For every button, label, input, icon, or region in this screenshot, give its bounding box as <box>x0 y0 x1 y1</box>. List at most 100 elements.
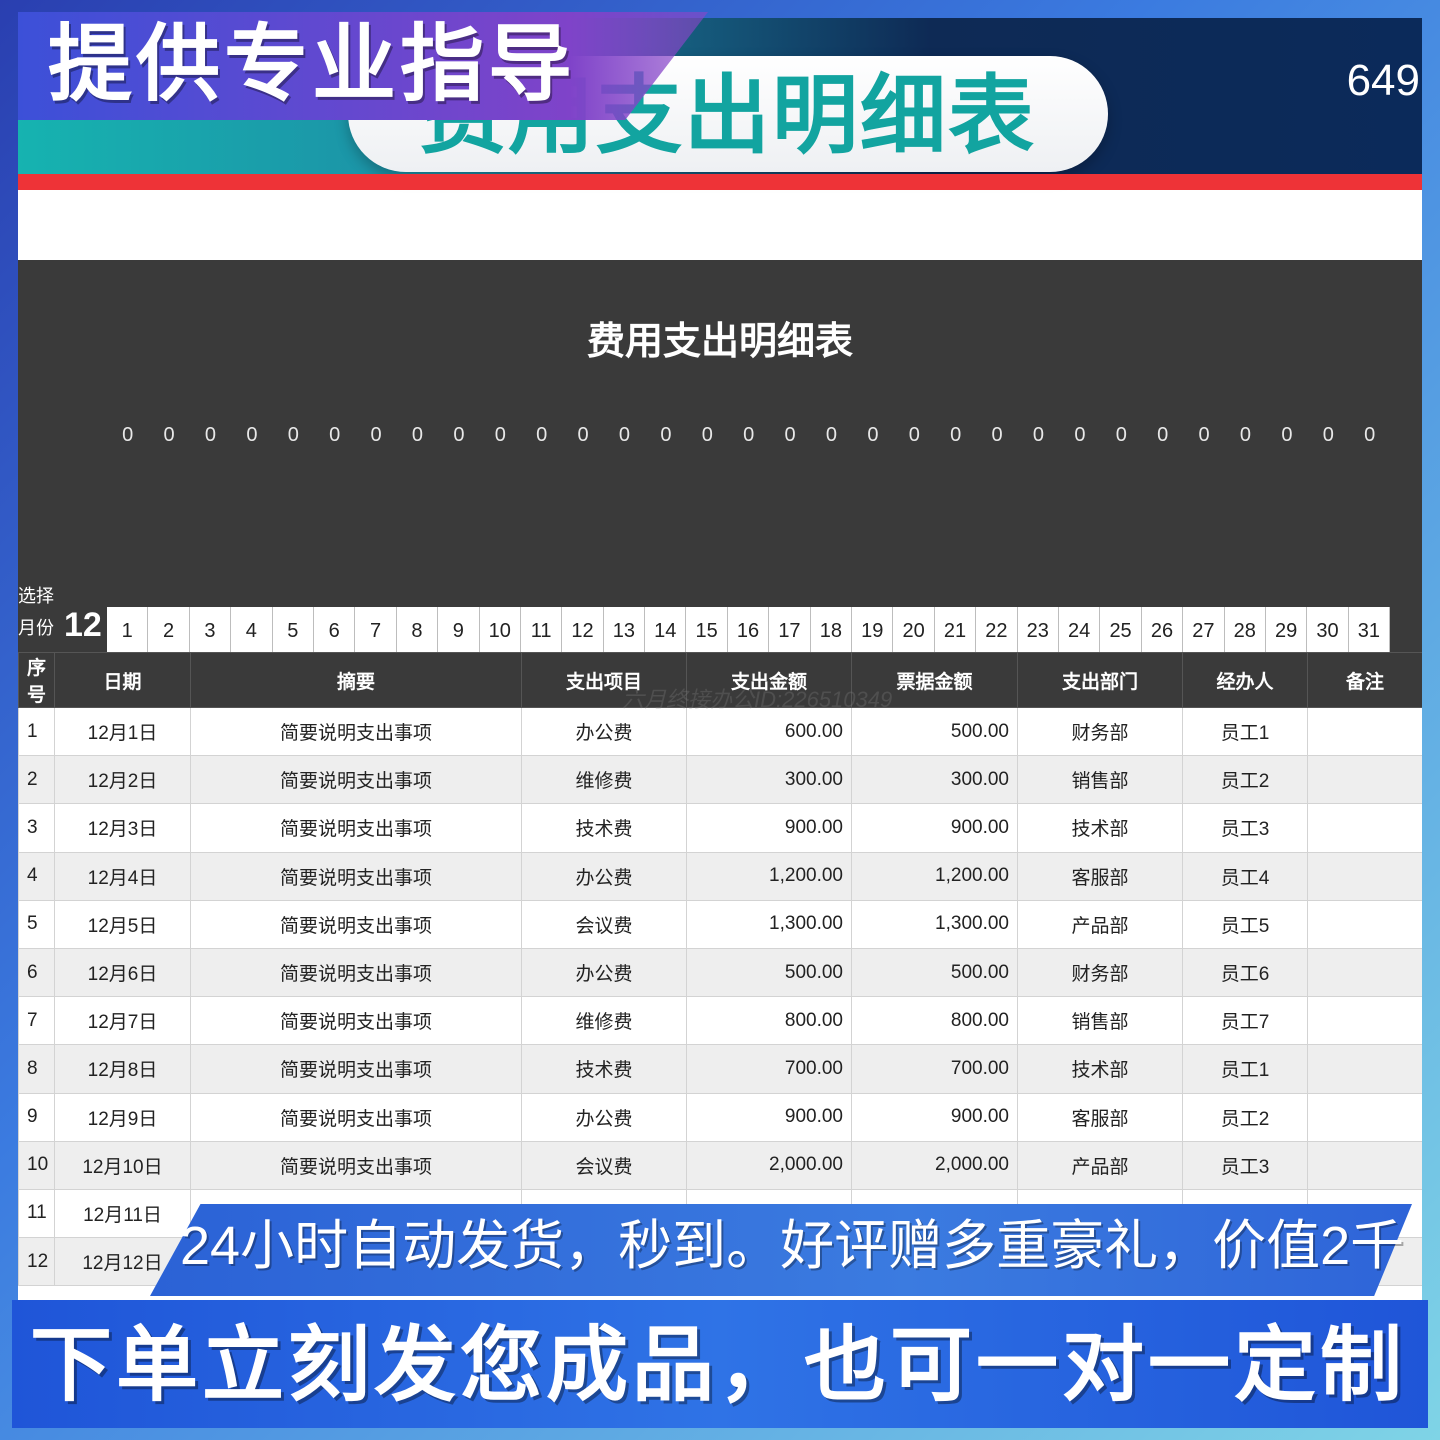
table-cell[interactable] <box>1307 1044 1422 1094</box>
table-cell[interactable]: 900.00 <box>851 1092 1018 1142</box>
table-cell[interactable]: 办公费 <box>521 947 687 998</box>
table-cell[interactable] <box>1307 803 1422 853</box>
table-cell[interactable] <box>1307 996 1422 1046</box>
day-cell[interactable]: 23 <box>1018 607 1059 655</box>
table-cell[interactable]: 900.00 <box>851 803 1018 853</box>
month-selector[interactable]: 12 <box>64 606 102 645</box>
table-cell[interactable]: 会议费 <box>521 899 687 949</box>
day-cell[interactable]: 26 <box>1142 607 1184 655</box>
table-cell[interactable]: 7 <box>18 996 55 1046</box>
table-cell[interactable]: 办公费 <box>521 851 687 901</box>
table-cell[interactable]: 简要说明支出事项 <box>190 706 522 757</box>
table-cell[interactable]: 12月7日 <box>54 996 191 1046</box>
table-cell[interactable]: 1 <box>18 706 55 757</box>
table-cell[interactable]: 600.00 <box>686 706 852 757</box>
table-cell[interactable]: 700.00 <box>686 1044 852 1094</box>
table-cell[interactable]: 12月9日 <box>54 1092 191 1142</box>
table-cell[interactable]: 2,000.00 <box>851 1140 1018 1190</box>
table-cell[interactable]: 办公费 <box>521 706 687 757</box>
day-cell[interactable]: 29 <box>1266 607 1308 655</box>
table-cell[interactable]: 简要说明支出事项 <box>190 1140 522 1190</box>
day-cell[interactable]: 22 <box>976 607 1018 655</box>
day-cell[interactable]: 27 <box>1183 607 1225 655</box>
table-cell[interactable]: 500.00 <box>686 947 852 998</box>
day-cell[interactable]: 28 <box>1225 607 1266 655</box>
table-cell[interactable]: 4 <box>18 851 55 901</box>
table-cell[interactable]: 1,200.00 <box>851 851 1018 901</box>
table-cell[interactable]: 办公费 <box>521 1092 687 1142</box>
day-cell[interactable]: 24 <box>1059 607 1101 655</box>
table-cell[interactable]: 12月8日 <box>54 1044 191 1094</box>
table-cell[interactable] <box>1307 947 1422 998</box>
table-cell[interactable]: 12月11日 <box>54 1188 191 1239</box>
table-cell[interactable]: 客服部 <box>1017 1092 1183 1142</box>
table-cell[interactable]: 12月4日 <box>54 851 191 901</box>
day-cell[interactable]: 31 <box>1349 607 1391 655</box>
table-cell[interactable]: 员工3 <box>1182 803 1308 853</box>
table-cell[interactable]: 员工2 <box>1182 1092 1308 1142</box>
table-cell[interactable]: 800.00 <box>851 996 1018 1046</box>
table-cell[interactable]: 员工5 <box>1182 899 1308 949</box>
table-cell[interactable]: 12月1日 <box>54 706 191 757</box>
table-cell[interactable]: 3 <box>18 803 55 853</box>
day-cell[interactable]: 1 <box>107 607 149 655</box>
table-cell[interactable]: 财务部 <box>1017 947 1183 998</box>
table-cell[interactable]: 销售部 <box>1017 996 1183 1046</box>
table-cell[interactable]: 12月10日 <box>54 1140 191 1190</box>
table-cell[interactable]: 300.00 <box>686 755 852 805</box>
day-cell[interactable]: 25 <box>1100 607 1142 655</box>
table-cell[interactable]: 8 <box>18 1044 55 1094</box>
day-cell[interactable]: 20 <box>893 607 935 655</box>
table-cell[interactable]: 500.00 <box>851 947 1018 998</box>
day-cell[interactable]: 10 <box>480 607 521 655</box>
table-cell[interactable]: 简要说明支出事项 <box>190 899 522 949</box>
table-cell[interactable]: 10 <box>18 1140 55 1190</box>
table-cell[interactable]: 900.00 <box>686 803 852 853</box>
table-cell[interactable]: 简要说明支出事项 <box>190 803 522 853</box>
table-cell[interactable]: 700.00 <box>851 1044 1018 1094</box>
table-cell[interactable]: 12月6日 <box>54 947 191 998</box>
table-cell[interactable] <box>1307 899 1422 949</box>
day-cell[interactable]: 17 <box>769 607 811 655</box>
table-cell[interactable]: 员工7 <box>1182 996 1308 1046</box>
day-cell[interactable]: 12 <box>562 607 604 655</box>
table-cell[interactable]: 维修费 <box>521 996 687 1046</box>
table-cell[interactable] <box>1307 706 1422 757</box>
table-cell[interactable]: 1,300.00 <box>851 899 1018 949</box>
table-cell[interactable]: 12月3日 <box>54 803 191 853</box>
day-cell[interactable]: 11 <box>521 607 563 655</box>
table-cell[interactable]: 简要说明支出事项 <box>190 755 522 805</box>
table-cell[interactable]: 300.00 <box>851 755 1018 805</box>
day-cell[interactable]: 9 <box>438 607 480 655</box>
table-cell[interactable]: 员工6 <box>1182 947 1308 998</box>
table-cell[interactable]: 5 <box>18 899 55 949</box>
table-cell[interactable]: 员工1 <box>1182 1044 1308 1094</box>
day-cell[interactable]: 6 <box>314 607 356 655</box>
table-cell[interactable]: 简要说明支出事项 <box>190 947 522 998</box>
day-cell[interactable]: 15 <box>686 607 728 655</box>
day-cell[interactable]: 8 <box>397 607 439 655</box>
table-cell[interactable]: 员工3 <box>1182 1140 1308 1190</box>
table-cell[interactable]: 2 <box>18 755 55 805</box>
table-cell[interactable]: 维修费 <box>521 755 687 805</box>
table-cell[interactable]: 产品部 <box>1017 1140 1183 1190</box>
table-cell[interactable]: 员工2 <box>1182 755 1308 805</box>
table-cell[interactable]: 技术部 <box>1017 803 1183 853</box>
table-cell[interactable]: 11 <box>18 1188 55 1239</box>
table-cell[interactable]: 简要说明支出事项 <box>190 1044 522 1094</box>
table-cell[interactable]: 员工1 <box>1182 706 1308 757</box>
day-cell[interactable]: 5 <box>273 607 314 655</box>
table-cell[interactable]: 销售部 <box>1017 755 1183 805</box>
table-cell[interactable] <box>1307 1140 1422 1190</box>
table-cell[interactable]: 会议费 <box>521 1140 687 1190</box>
day-cell[interactable]: 18 <box>811 607 853 655</box>
table-cell[interactable]: 简要说明支出事项 <box>190 996 522 1046</box>
table-cell[interactable]: 800.00 <box>686 996 852 1046</box>
day-cell[interactable]: 21 <box>935 607 977 655</box>
table-cell[interactable]: 1,300.00 <box>686 899 852 949</box>
day-cell[interactable]: 16 <box>728 607 770 655</box>
table-cell[interactable] <box>1307 1092 1422 1142</box>
table-cell[interactable]: 简要说明支出事项 <box>190 1092 522 1142</box>
table-cell[interactable]: 12 <box>18 1237 55 1287</box>
day-cell[interactable]: 4 <box>231 607 273 655</box>
